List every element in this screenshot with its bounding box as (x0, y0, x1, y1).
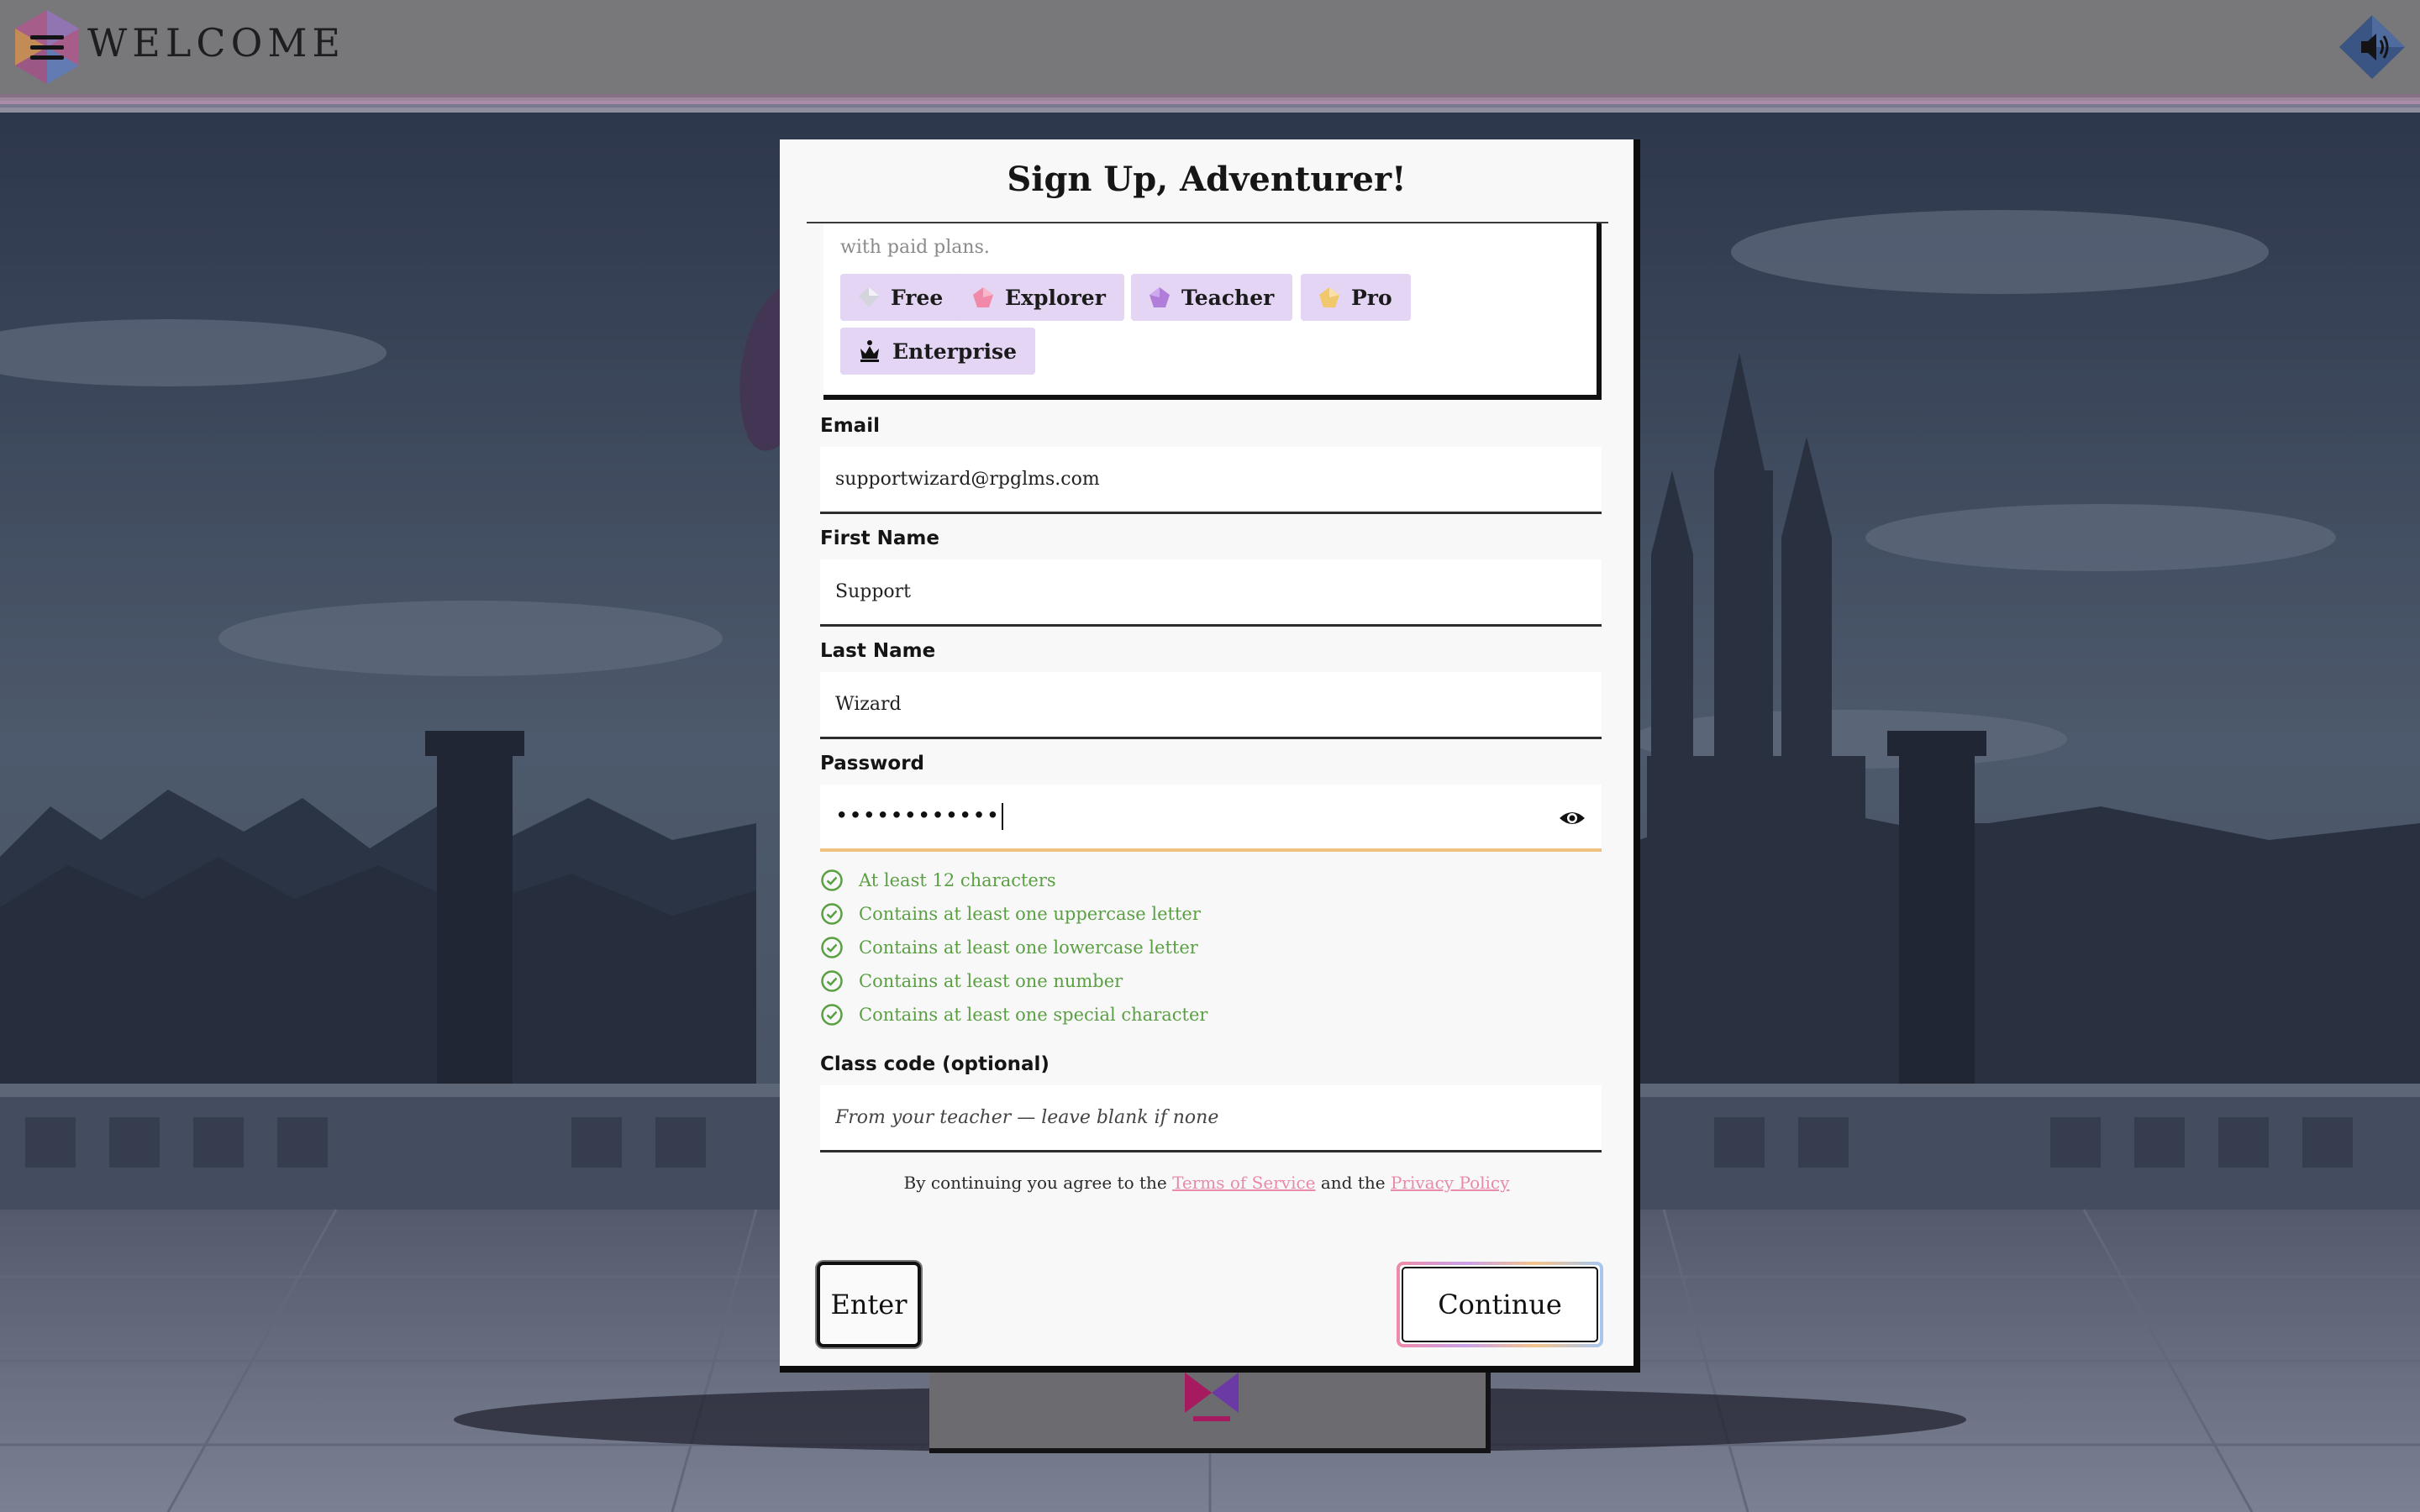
password-rules-list: At least 12 characters Contains at least… (820, 864, 1576, 1032)
check-circle-icon (821, 970, 843, 992)
plans-panel[interactable]: with paid plans. Free Explorer Teacher P… (823, 223, 1602, 400)
check-circle-icon (821, 903, 843, 925)
continue-button[interactable]: Continue (1397, 1262, 1603, 1347)
password-rule: Contains at least one number (820, 964, 1576, 998)
email-label: Email (820, 415, 880, 437)
privacy-policy-link[interactable]: Privacy Policy (1391, 1173, 1509, 1193)
plan-chip-label: Teacher (1181, 285, 1275, 310)
last-name-label: Last Name (820, 640, 936, 662)
plan-chip-label: Explorer (1005, 285, 1106, 310)
first-name-field[interactable] (820, 559, 1602, 624)
email-field-wrapper (820, 447, 1602, 514)
text-caret (1002, 803, 1004, 830)
silver-gem-icon (859, 287, 879, 307)
class-code-label: Class code (optional) (820, 1053, 1050, 1075)
email-field[interactable] (820, 447, 1602, 512)
class-code-field[interactable] (820, 1085, 1602, 1150)
check-circle-icon (821, 1004, 843, 1026)
plan-chip-label: Enterprise (892, 339, 1017, 364)
password-rule: At least 12 characters (820, 864, 1576, 897)
gold-gem-icon (1319, 287, 1339, 307)
plan-chip-label: Free (891, 285, 944, 310)
password-masked-value: •••••••••••• (835, 803, 1004, 830)
plan-chip-free[interactable]: Free (840, 274, 962, 321)
pink-gem-icon (973, 287, 993, 307)
plan-chip-explorer[interactable]: Explorer (955, 274, 1124, 321)
plan-chip-teacher[interactable]: Teacher (1131, 274, 1293, 321)
check-circle-icon (821, 937, 843, 958)
crown-icon (860, 340, 879, 362)
purple-gem-icon (1150, 287, 1170, 307)
eye-icon[interactable] (1558, 805, 1586, 832)
modal-title: Sign Up, Adventurer! (1007, 160, 1407, 199)
password-label: Password (820, 753, 924, 774)
password-rule: Contains at least one special character (820, 998, 1576, 1032)
enter-button[interactable]: Enter (817, 1262, 921, 1347)
password-rule: Contains at least one uppercase letter (820, 897, 1576, 931)
class-code-field-wrapper (820, 1085, 1602, 1152)
terms-of-service-link[interactable]: Terms of Service (1172, 1173, 1315, 1193)
plan-chip-enterprise[interactable]: Enterprise (840, 328, 1035, 375)
plans-note: with paid plans. (840, 237, 990, 258)
plan-chip-label: Pro (1351, 285, 1392, 310)
last-name-field-wrapper (820, 672, 1602, 739)
last-name-field[interactable] (820, 672, 1602, 737)
terms-agreement-text: By continuing you agree to the Terms of … (903, 1173, 1510, 1193)
plan-chip-pro[interactable]: Pro (1301, 274, 1411, 321)
password-field[interactable]: •••••••••••• (820, 785, 1602, 852)
password-rule: Contains at least one lowercase letter (820, 931, 1576, 964)
first-name-field-wrapper (820, 559, 1602, 627)
check-circle-icon (821, 869, 843, 891)
first-name-label: First Name (820, 528, 939, 549)
